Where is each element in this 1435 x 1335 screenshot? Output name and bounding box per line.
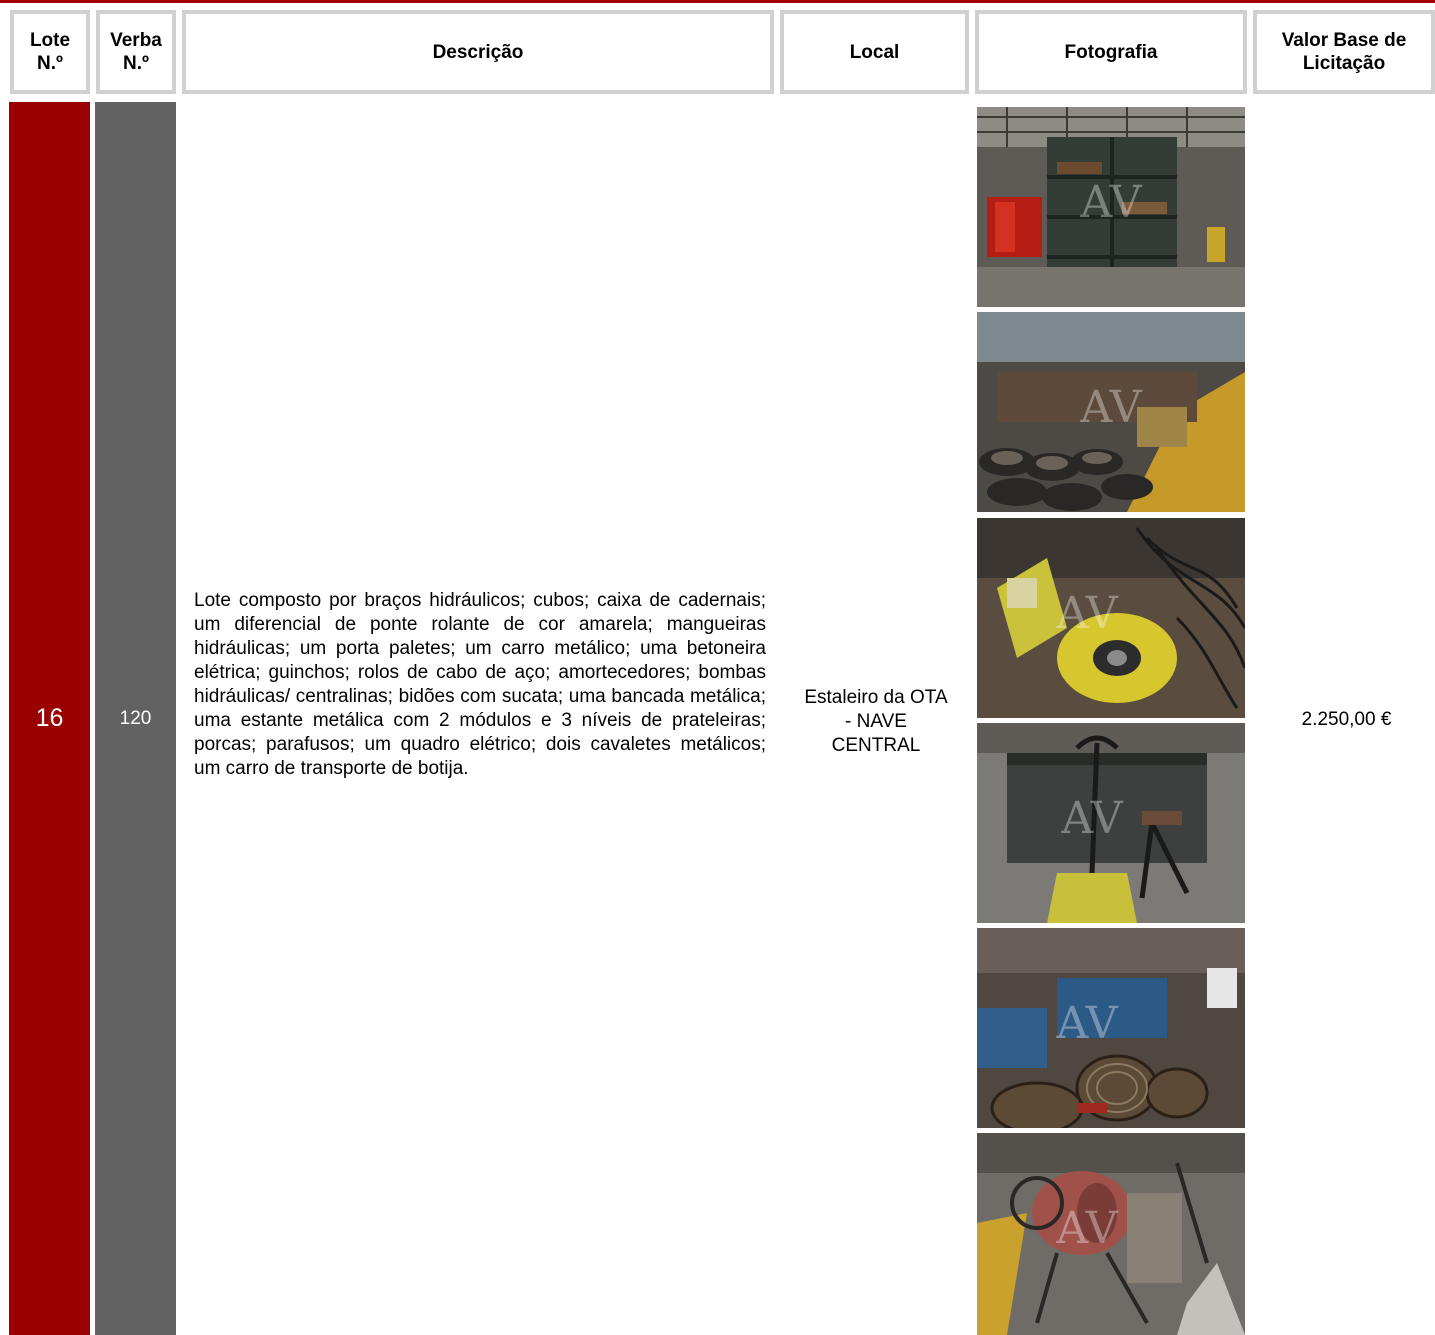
location-text: Estaleiro da OTA - NAVE CENTRAL bbox=[804, 687, 948, 756]
header-fotografia: Fotografia bbox=[975, 10, 1247, 94]
header-lote: Lote N.º bbox=[10, 10, 90, 94]
description-text: Lote composto por braços hidráulicos; cu… bbox=[194, 590, 766, 779]
photo-5: AV bbox=[977, 928, 1245, 1128]
verba-number: 120 bbox=[119, 707, 152, 729]
svg-text:AV: AV bbox=[1055, 1203, 1119, 1254]
svg-text:AV: AV bbox=[1079, 177, 1143, 228]
lote-cell: 16 bbox=[9, 102, 90, 1335]
header-verba: Verba N.º bbox=[96, 10, 176, 94]
top-rule bbox=[0, 0, 1435, 3]
verba-cell: 120 bbox=[95, 102, 176, 1335]
photo-2: AV bbox=[977, 312, 1245, 512]
photo-6: AV bbox=[977, 1133, 1245, 1335]
header-valor: Valor Base de Licitação bbox=[1253, 10, 1435, 94]
photo-3: AV bbox=[977, 518, 1245, 718]
svg-text:AV: AV bbox=[1055, 998, 1119, 1049]
svg-text:AV: AV bbox=[1055, 588, 1119, 639]
svg-text:AV: AV bbox=[1079, 382, 1143, 433]
photo-1: AV bbox=[977, 107, 1245, 307]
header-descricao: Descrição bbox=[182, 10, 774, 94]
base-value: 2.250,00 € bbox=[1301, 709, 1392, 730]
photo-4: AV bbox=[977, 723, 1245, 923]
header-local: Local bbox=[780, 10, 969, 94]
lote-number: 16 bbox=[35, 704, 64, 732]
svg-text:AV: AV bbox=[1060, 793, 1124, 844]
